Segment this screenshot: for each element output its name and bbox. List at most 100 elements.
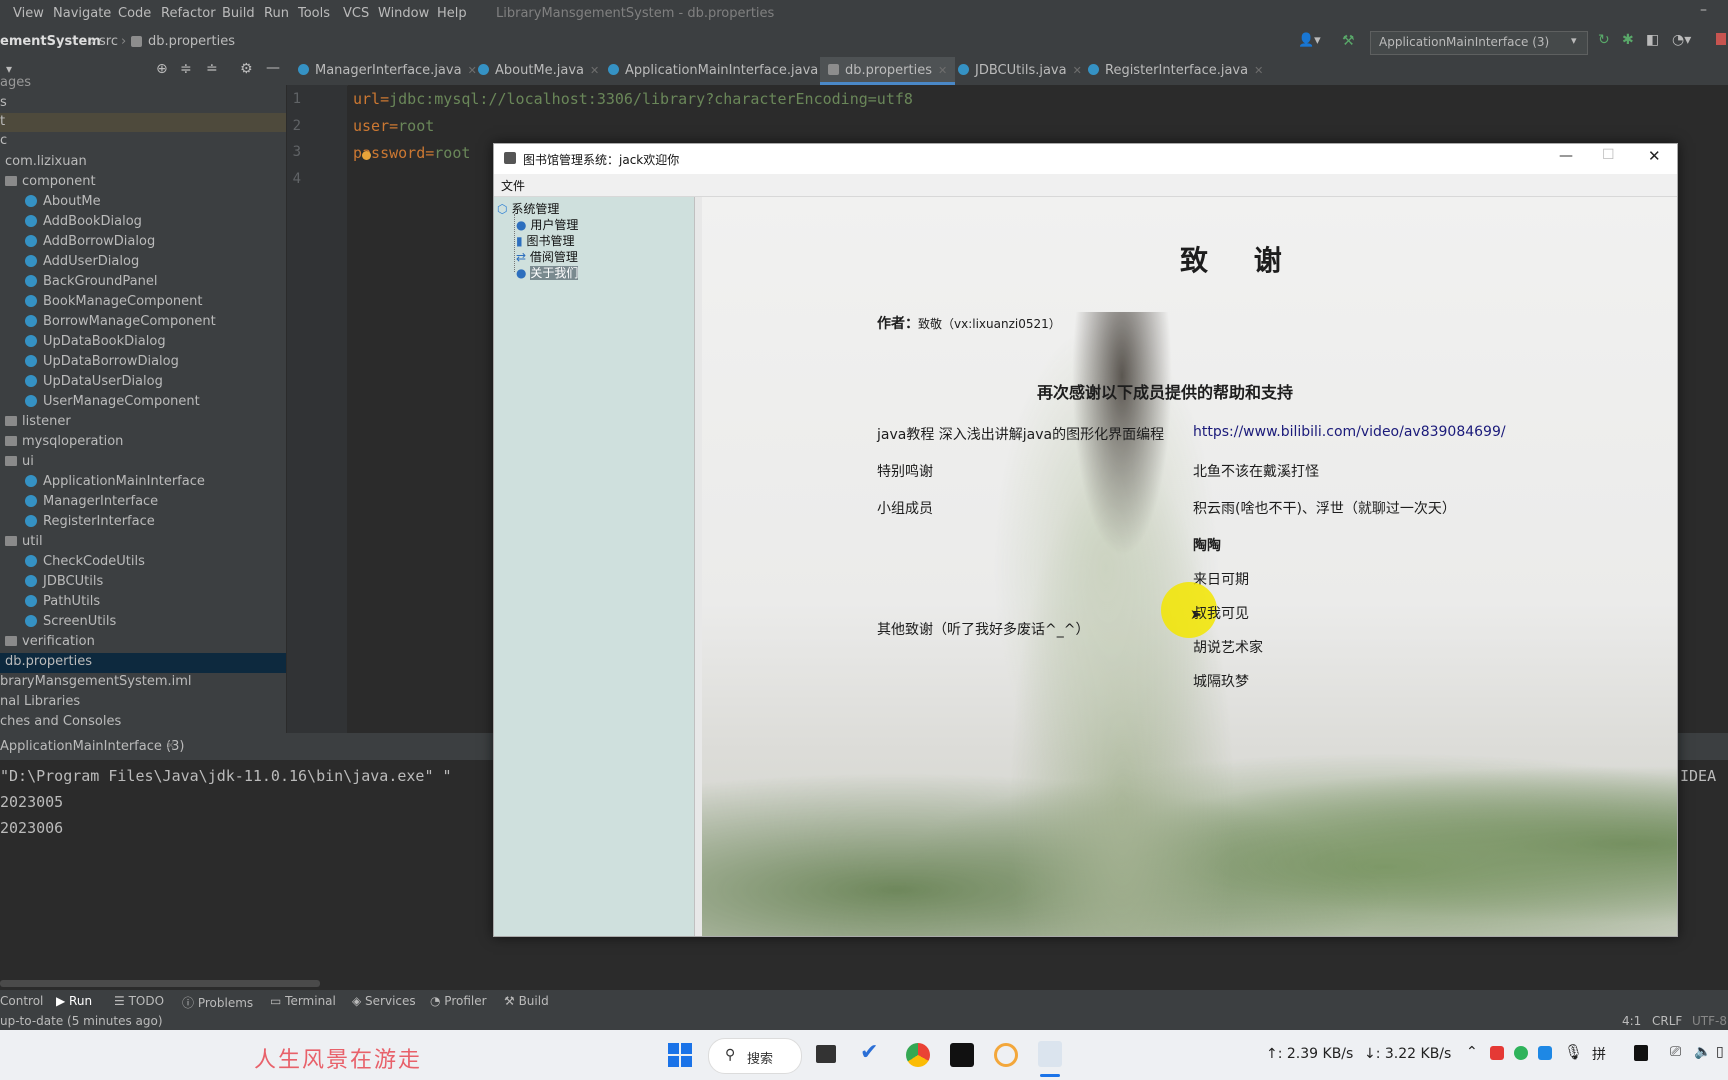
toolwindow-services[interactable]: ◈ Services [352,994,416,1008]
line-separator[interactable]: CRLF [1652,1014,1682,1028]
menu-view[interactable]: View [13,6,44,21]
toolwindow-control[interactable]: Control [0,994,43,1008]
hammer-icon[interactable]: ⚒ [1342,33,1355,49]
network-icon[interactable]: ⎚ [1670,1044,1681,1060]
toolwindow-run[interactable]: ▶ Run [56,994,92,1008]
tree-class-item[interactable]: UpDataBorrowDialog [25,354,179,369]
tree-class-item[interactable]: BorrowManageComponent [25,314,216,329]
locate-icon[interactable]: ⊕ [156,61,168,77]
tray-ide-icon[interactable] [1634,1045,1648,1061]
menu-window[interactable]: Window [378,6,429,21]
package-root[interactable]: com.lizixuan [5,154,87,169]
folder-component[interactable]: component [5,174,96,189]
close-icon[interactable]: ✕ [468,64,477,77]
gear-icon[interactable]: ⚙ [240,61,253,77]
tutorial-link[interactable]: https://www.bilibili.com/video/av8390846… [1193,424,1506,440]
tree-item[interactable]: s [0,95,7,110]
code-line-1[interactable]: url=jdbc:mysql://localhost:3306/library?… [353,90,913,108]
windows-start-icon[interactable] [668,1043,692,1067]
tree-class-item[interactable]: RegisterInterface [25,514,155,529]
tree-item[interactable]: t [0,114,5,129]
caret-position[interactable]: 4:1 [1622,1014,1641,1028]
minimize-icon[interactable]: – [1700,2,1707,18]
breadcrumb-file[interactable]: db.properties [148,34,235,49]
breadcrumb-src[interactable]: src [99,34,118,49]
tree-class-item[interactable]: BackGroundPanel [25,274,157,289]
tab-db-properties[interactable]: db.properties ✕ [820,57,956,85]
minimize-icon[interactable]: — [1559,148,1573,164]
tree-class-item[interactable]: AddUserDialog [25,254,139,269]
tree-root[interactable]: ⬡ 系统管理 [497,200,559,217]
toolwindow-terminal[interactable]: ▭ Terminal [270,994,336,1008]
tree-class-item[interactable]: ManagerInterface [25,494,158,509]
tree-external-libraries[interactable]: nal Libraries [0,694,80,709]
menu-help[interactable]: Help [437,6,467,21]
tree-class-item[interactable]: UserManageComponent [25,394,200,409]
tree-file-db-properties[interactable]: db.properties [5,654,92,669]
input-method-icon[interactable]: 拼 [1592,1044,1606,1064]
tree-file-iml[interactable]: braryMansgementSystem.iml [0,674,192,689]
todo-app-icon[interactable]: ✔ [860,1040,878,1065]
chevron-down-icon[interactable]: ▾ [6,62,12,76]
java-app-icon[interactable] [1038,1041,1062,1067]
user-icon[interactable]: 👤▾ [1298,33,1321,48]
tray-security-icon[interactable] [1538,1046,1552,1060]
toolwindow-problems[interactable]: ⓘ Problems [182,994,253,1011]
tree-class-item[interactable]: UpDataUserDialog [25,374,163,389]
menu-file[interactable]: 文件 [501,177,525,194]
folder-mysqloperation[interactable]: mysqloperation [5,434,123,449]
menu-code[interactable]: Code [118,6,151,21]
maximize-icon[interactable]: ☐ [1602,147,1615,163]
stop-icon[interactable] [1716,33,1726,45]
microphone-icon[interactable]: 🎙 [1564,1043,1583,1061]
tree-item-user-manage[interactable]: ● 用户管理 [516,216,578,233]
chevron-up-icon[interactable]: ⌃ [1466,1044,1478,1060]
close-icon[interactable]: ✕ [1254,64,1263,77]
hide-icon[interactable]: — [266,60,280,76]
menu-refactor[interactable]: Refactor [161,6,216,21]
bulb-icon[interactable] [362,151,371,160]
debug-icon[interactable]: ✱ [1622,32,1634,48]
coverage-icon[interactable]: ◧ [1646,32,1659,48]
tree-scratches[interactable]: ches and Consoles [0,714,121,729]
tree-class-item[interactable]: ScreenUtils [25,614,116,629]
volume-icon[interactable]: 🔈 [1694,1044,1711,1060]
tree-class-item[interactable]: BookManageComponent [25,294,202,309]
folder-listener[interactable]: listener [5,414,71,429]
task-view-icon[interactable] [816,1045,836,1063]
tree-class-item[interactable]: PathUtils [25,594,100,609]
battery-icon[interactable]: ▯ [1716,1044,1724,1060]
rerun-icon[interactable]: ↻ [1598,32,1610,48]
profiler-icon[interactable]: ◔▾ [1672,32,1691,48]
breadcrumb-project[interactable]: ementSystem [0,34,101,49]
toolwindow-profiler[interactable]: ◔ Profiler [430,994,487,1008]
folder-util[interactable]: util [5,534,43,549]
menu-tools[interactable]: Tools [298,6,330,21]
tree-class-item[interactable]: AddBorrowDialog [25,234,155,249]
menu-navigate[interactable]: Navigate [53,6,111,21]
folder-ui[interactable]: ui [5,454,34,469]
tab-jdbc-utils[interactable]: JDBCUtils.java ✕ [958,57,1082,85]
collapse-all-icon[interactable]: ≐ [206,61,218,77]
tree-class-item[interactable]: UpDataBookDialog [25,334,166,349]
tree-item-about-us[interactable]: ● 关于我们 [516,264,579,281]
horizontal-scrollbar[interactable] [0,980,320,987]
tab-application-main[interactable]: ApplicationMainInterface.java✕ [608,57,833,85]
tree-item-borrow-manage[interactable]: ⇄ 借阅管理 [516,248,578,265]
chrome-icon[interactable] [906,1043,930,1067]
menu-vcs[interactable]: VCS [343,6,369,21]
folder-verification[interactable]: verification [5,634,95,649]
menu-run[interactable]: Run [264,6,289,21]
close-icon[interactable]: ✕ [590,64,599,77]
toolwindow-todo[interactable]: ☰ TODO [114,994,164,1008]
tree-class-item[interactable]: ApplicationMainInterface [25,474,205,489]
tree-class-item[interactable]: AddBookDialog [25,214,142,229]
close-icon[interactable]: ✕ [1073,64,1082,77]
tree-item[interactable]: c [0,133,7,148]
toolwindow-build[interactable]: ⚒ Build [504,994,549,1008]
run-tab[interactable]: ApplicationMainInterface (3) [0,739,184,754]
tree-item[interactable]: ages [0,75,31,90]
run-config-select[interactable]: ApplicationMainInterface (3) ▾ [1370,31,1588,55]
tray-wechat-icon[interactable] [1514,1046,1528,1060]
close-icon[interactable]: ✕ [1648,147,1661,165]
